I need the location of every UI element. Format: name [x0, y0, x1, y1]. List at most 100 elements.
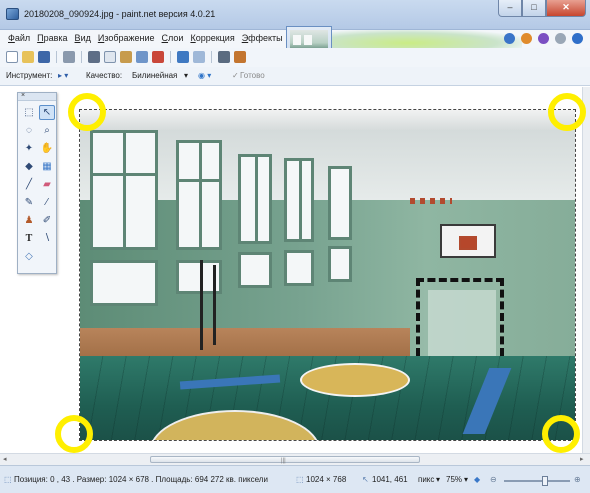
corner-highlight-ring [55, 415, 93, 453]
color-picker-icon[interactable]: ⁄ [39, 195, 55, 210]
undo-icon[interactable] [177, 51, 189, 63]
eraser-icon[interactable]: ▰ [39, 177, 55, 192]
shapes-icon[interactable]: ◇ [21, 249, 37, 264]
image-canvas[interactable] [79, 109, 576, 441]
horizontal-scroll-thumb[interactable]: ||| [150, 456, 420, 464]
photo-window [238, 252, 272, 288]
text-icon[interactable]: T [21, 231, 37, 246]
menu-layers[interactable]: Слои [162, 33, 184, 43]
open-icon[interactable] [22, 51, 34, 63]
photo-net-pole [213, 265, 216, 345]
vertical-scrollbar[interactable] [582, 87, 590, 453]
layers-window-icon[interactable] [538, 33, 549, 44]
cursor-icon: ↖ [362, 475, 369, 484]
move-selected-icon[interactable]: ↖ [39, 105, 55, 120]
zoom-chevron-icon[interactable]: ▾ [464, 475, 468, 484]
copy-icon[interactable] [104, 51, 116, 63]
quality-label: Качество: [86, 71, 123, 80]
ruler-icon[interactable] [234, 51, 246, 63]
photo-basketball-backboard [440, 224, 496, 258]
image-size: 1024 × 768 [306, 475, 347, 484]
photo-handball-goal [416, 278, 504, 356]
menu-edit[interactable]: Правка [37, 33, 67, 43]
photo-ceiling [80, 110, 575, 130]
menu-effects[interactable]: Эффекты [242, 33, 283, 43]
print-icon[interactable] [63, 51, 75, 63]
grid-icon[interactable] [218, 51, 230, 63]
zoom-out-icon[interactable]: ⊖ [490, 475, 497, 484]
zoom-slider-knob[interactable] [542, 476, 548, 486]
history-window-icon[interactable] [521, 33, 532, 44]
redo-icon[interactable] [193, 51, 205, 63]
photo-window [90, 260, 158, 306]
utility-icons [504, 33, 583, 44]
window-title: 20180208_090924.jpg - paint.net версия 4… [24, 9, 216, 19]
quality-dropdown[interactable]: Билинейная [132, 71, 177, 80]
gradient-icon[interactable]: ▦ [39, 159, 55, 174]
pan-icon[interactable]: ✋ [39, 141, 55, 156]
lasso-icon[interactable]: ◌ [21, 123, 37, 138]
photo-window [90, 130, 158, 250]
photo-window [284, 158, 314, 242]
paste-icon[interactable] [120, 51, 132, 63]
zoom-value[interactable]: 75% [446, 475, 462, 484]
menu-view[interactable]: Вид [75, 33, 91, 43]
tools-window-icon[interactable] [504, 33, 515, 44]
menu-file[interactable]: Файл [8, 33, 30, 43]
photo-window [328, 246, 352, 282]
crop-icon[interactable] [136, 51, 148, 63]
zoom-fit-icon[interactable]: ◆ [474, 475, 480, 484]
photo-window [176, 140, 222, 250]
menu-image[interactable]: Изображение [98, 33, 155, 43]
magic-wand-icon[interactable]: ✦ [21, 141, 37, 156]
photo-wall-marks [410, 198, 452, 204]
status-bar: ⬚ Позиция: 0 , 43 . Размер: 1024 × 678 .… [0, 465, 590, 493]
save-icon[interactable] [38, 51, 50, 63]
help-icon[interactable] [572, 33, 583, 44]
image-size-icon: ⬚ [296, 475, 304, 484]
zoom-slider[interactable] [504, 476, 570, 486]
tool-options-bar: Инструмент: ▸ ▾ Качество: Билинейная ▾ ◉… [0, 67, 590, 86]
selection-icon: ⬚ [4, 475, 12, 484]
pencil-icon[interactable]: ✎ [21, 195, 37, 210]
tool-picker-icon[interactable]: ▸ ▾ [58, 71, 68, 80]
photo-center-circle [300, 363, 410, 397]
close-button[interactable]: ✕ [546, 0, 586, 17]
chevron-down-icon[interactable]: ▾ [184, 71, 188, 80]
new-icon[interactable] [6, 51, 18, 63]
tools-close-icon[interactable]: × [21, 92, 25, 99]
cursor-position: 1041, 461 [372, 475, 408, 484]
cut-icon[interactable] [88, 51, 100, 63]
done-button[interactable]: Готово [240, 71, 265, 80]
corner-highlight-ring [548, 93, 586, 131]
scroll-right-icon[interactable]: ▸ [580, 455, 584, 463]
photo-window [238, 154, 272, 244]
tools-panel: × ⬚ ↖ ◌ ⌕ ✦ ✋ ◆ ▦ ╱ ▰ ✎ ⁄ ♟ ✐ T ∖ ◇ [17, 92, 57, 274]
move-selection-icon[interactable]: ⬚ [21, 105, 37, 120]
clone-stamp-icon[interactable]: ♟ [21, 213, 37, 228]
selection-info: Позиция: 0 , 43 . Размер: 1024 × 678 . П… [14, 475, 268, 484]
maximize-button[interactable]: □ [522, 0, 546, 17]
finish-mode-icon[interactable]: ◉ ▾ [198, 71, 211, 80]
paintnet-app-icon[interactable] [6, 8, 19, 20]
corner-highlight-ring [542, 415, 580, 453]
paint-bucket-icon[interactable]: ◆ [21, 159, 37, 174]
scroll-left-icon[interactable]: ◂ [3, 455, 7, 463]
corner-highlight-ring [68, 93, 106, 131]
zoom-icon[interactable]: ⌕ [39, 123, 55, 138]
paintbrush-icon[interactable]: ╱ [21, 177, 37, 192]
photo-net-pole [200, 260, 203, 350]
horizontal-scrollbar[interactable]: ◂ ||| ▸ [0, 453, 590, 465]
line-curve-icon[interactable]: ∖ [39, 231, 55, 246]
zoom-in-icon[interactable]: ⊕ [574, 475, 581, 484]
tools-panel-header[interactable]: × [18, 92, 56, 101]
settings-icon[interactable] [555, 33, 566, 44]
main-toolbar [0, 48, 590, 67]
menu-adjustments[interactable]: Коррекция [190, 33, 234, 43]
minimize-button[interactable]: – [498, 0, 522, 17]
deselect-icon[interactable] [152, 51, 164, 63]
units-dropdown[interactable]: пикс [418, 475, 434, 484]
done-checkmark-icon[interactable]: ✓ [232, 71, 239, 80]
units-chevron-icon[interactable]: ▾ [436, 475, 440, 484]
recolor-icon[interactable]: ✐ [39, 213, 55, 228]
